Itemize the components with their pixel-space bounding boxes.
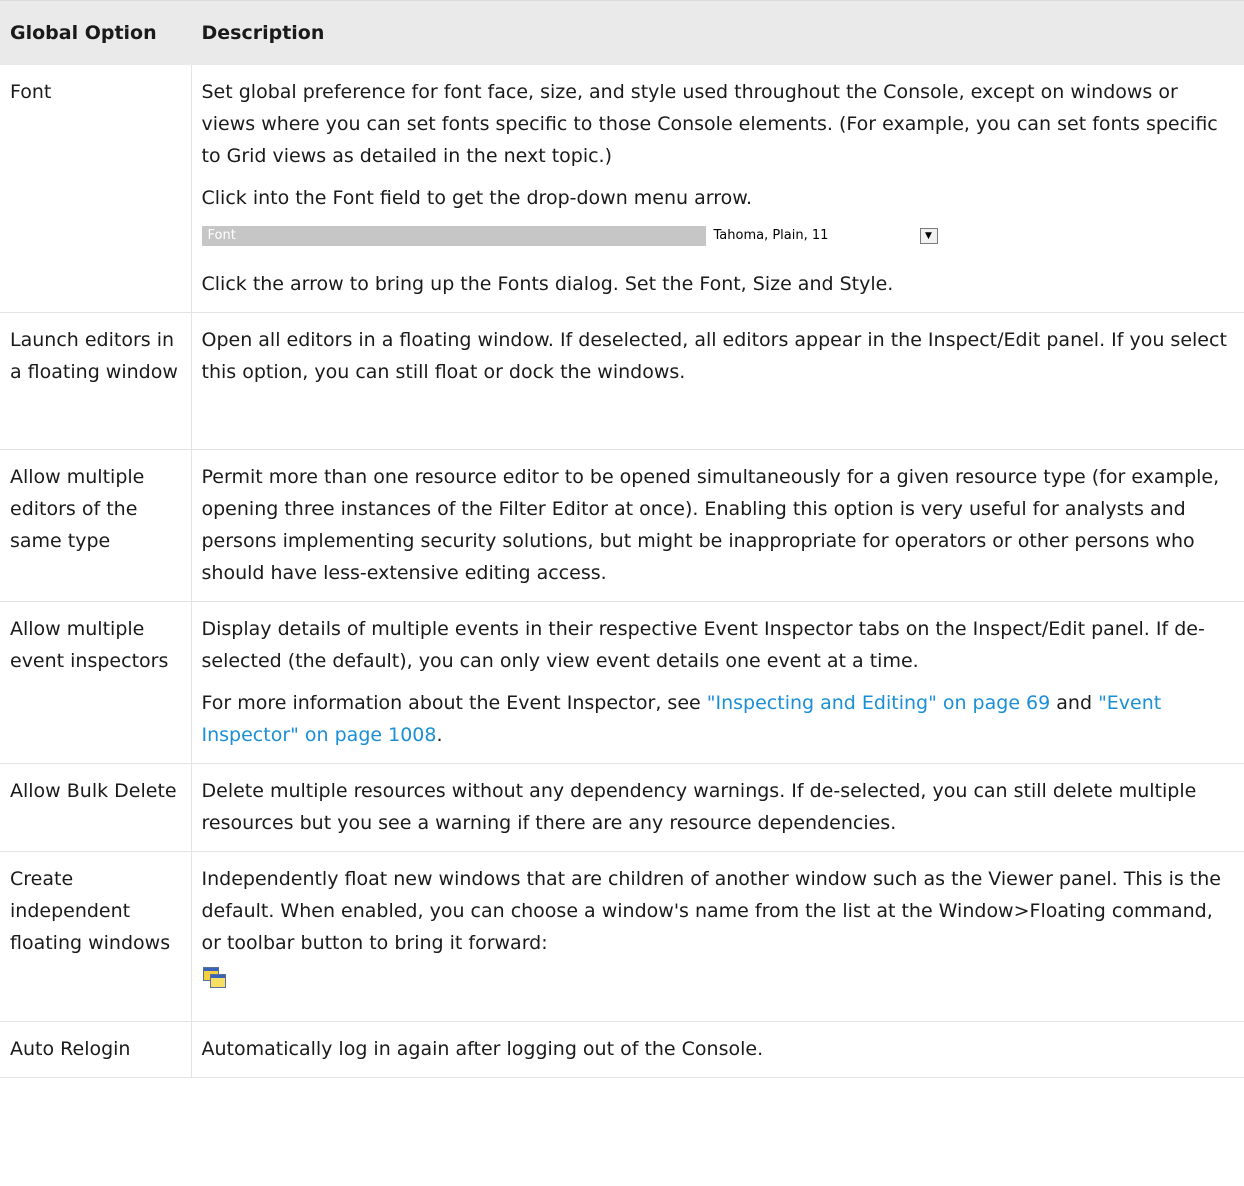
description-text: Click into the Font field to get the dro… [201, 187, 753, 209]
header-description: Description [190, 0, 1244, 65]
option-name: Allow multiple editors of the same type [0, 449, 192, 602]
global-options-table: Global Option Description Font Set globa… [0, 0, 1244, 1078]
font-field-screenshot: Font Tahoma, Plain, 11 ▼ [201, 226, 958, 246]
table-row: Font Set global preference for font face… [0, 65, 1244, 313]
option-name: Allow multiple event inspectors [0, 601, 192, 764]
option-name: Auto Relogin [0, 1021, 192, 1078]
description-text: Set global preference for font face, siz… [201, 81, 1218, 167]
header-row: Global Option Description [0, 0, 1244, 65]
description-text: Permit more than one resource editor to … [201, 466, 1220, 584]
floating-windows-icon [202, 965, 226, 989]
description-text: Independently float new windows that are… [201, 868, 1222, 954]
link-inspecting-and-editing[interactable]: "Inspecting and Editing" on page 69 [707, 692, 1050, 714]
description-text: Display details of multiple events in th… [201, 618, 1205, 672]
table-row: Allow Bulk Delete Delete multiple resour… [0, 763, 1244, 852]
description-text-part: and [1050, 692, 1099, 714]
table-row: Allow multiple event inspectors Display … [0, 601, 1244, 764]
table-row: Create independent floating windows Inde… [0, 851, 1244, 1022]
option-name: Create independent floating windows [0, 851, 192, 1022]
font-field-label: Font [201, 226, 706, 246]
description-text: Delete multiple resources without any de… [201, 780, 1197, 834]
option-description: Permit more than one resource editor to … [191, 449, 1244, 602]
option-description: Open all editors in a floating window. I… [191, 312, 1244, 450]
header-global-option: Global Option [0, 0, 191, 65]
description-text: For more information about the Event Ins… [202, 687, 1235, 751]
option-description: Independently float new windows that are… [191, 851, 1244, 1022]
description-text: Open all editors in a floating window. I… [201, 329, 1227, 383]
option-name: Allow Bulk Delete [0, 763, 192, 852]
option-description: Display details of multiple events in th… [191, 601, 1244, 764]
option-description: Delete multiple resources without any de… [191, 763, 1244, 852]
option-description: Automatically log in again after logging… [191, 1021, 1244, 1078]
dropdown-arrow-icon: ▼ [919, 228, 938, 244]
table-row: Allow multiple editors of the same type … [0, 449, 1244, 602]
font-field-value: Tahoma, Plain, 11 [713, 228, 829, 243]
option-name: Font [0, 65, 192, 313]
description-text-part: . [436, 724, 443, 746]
option-name: Launch editors in a floating window [0, 312, 192, 450]
description-text: Automatically log in again after logging… [201, 1038, 764, 1060]
table-row: Auto Relogin Automatically log in again … [0, 1021, 1244, 1078]
table-row: Launch editors in a floating window Open… [0, 312, 1244, 450]
description-text: Click the arrow to bring up the Fonts di… [201, 273, 894, 295]
option-description: Set global preference for font face, siz… [191, 65, 1244, 313]
description-text-part: For more information about the Event Ins… [201, 692, 707, 714]
